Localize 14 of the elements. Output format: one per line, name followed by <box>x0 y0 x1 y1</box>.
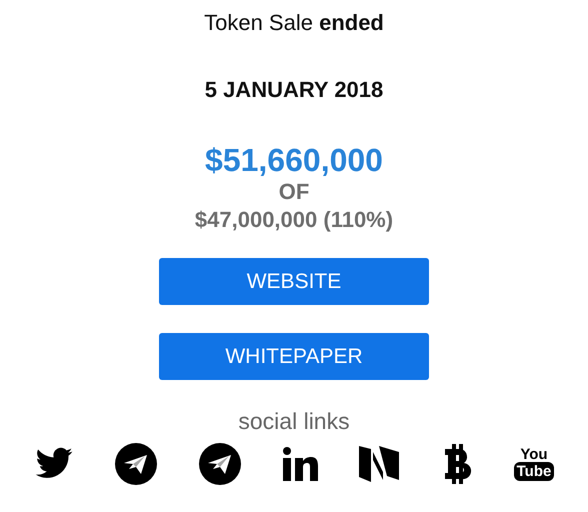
sale-status-heading: Token Sale ended <box>204 10 384 36</box>
medium-icon[interactable] <box>359 446 402 482</box>
paper-plane-icon[interactable] <box>198 443 241 485</box>
bird-icon[interactable] <box>34 447 74 481</box>
paper-plane-icon[interactable] <box>115 443 158 485</box>
website-button[interactable]: WEBSITE <box>159 258 429 305</box>
of-label: OF <box>278 178 310 206</box>
sale-date: 5 JANUARY 2018 <box>204 77 384 103</box>
raised-amount: $51,660,000 <box>205 142 383 178</box>
goal-amount: $47,000,000 (110%) <box>194 206 394 234</box>
bitcoin-icon[interactable] <box>442 444 473 484</box>
linkedin-icon[interactable] <box>282 447 318 481</box>
social-links-title: social links <box>238 408 350 435</box>
whitepaper-button[interactable]: WHITEPAPER <box>159 333 429 380</box>
